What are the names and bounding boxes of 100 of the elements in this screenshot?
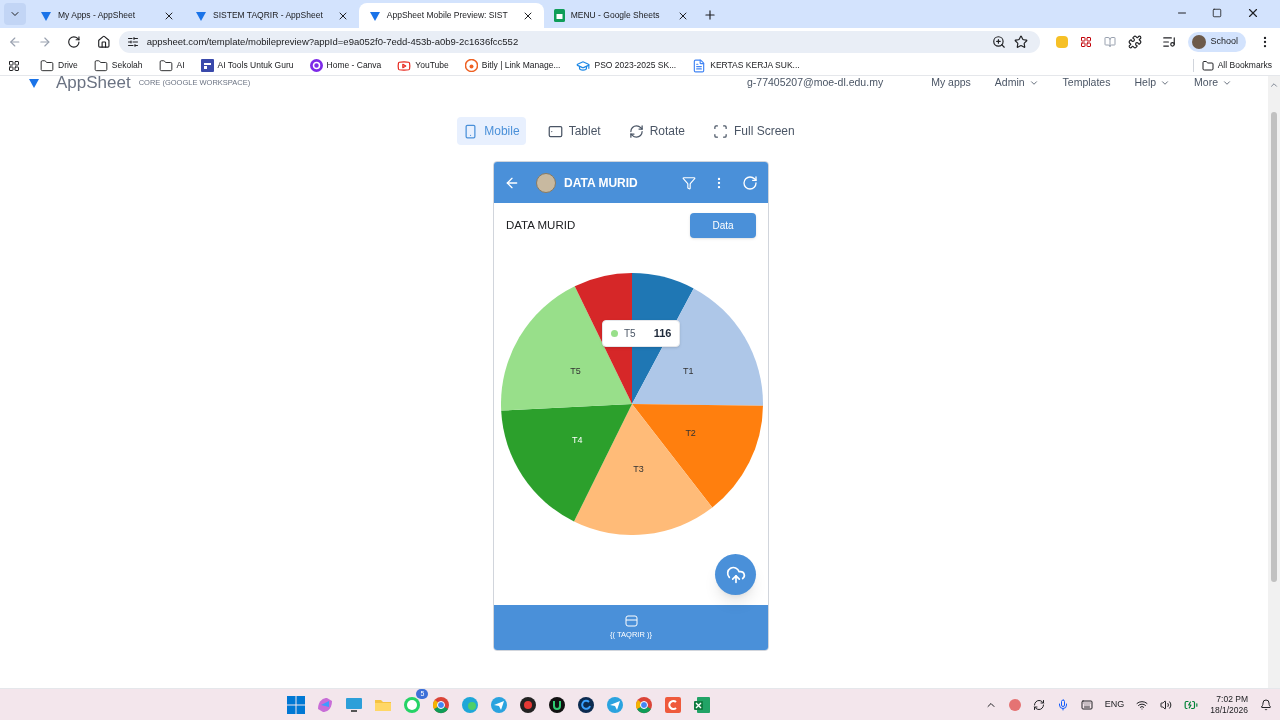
address-bar[interactable]: appsheet.com/template/mobilepreview?appId=e9a052f0-7edd-453b-a0b9-2c1636fcc552 [118, 31, 1041, 53]
zoom-icon[interactable] [992, 35, 1007, 49]
bookmark-link[interactable]: PSO 2023-2025 SK... [576, 58, 677, 73]
nav-link[interactable]: Admin [994, 76, 1025, 91]
appsheet-logo-icon [40, 9, 52, 22]
slice-label: T3 [633, 464, 644, 475]
bookmark-link[interactable]: AI [158, 58, 185, 73]
chrome-icon[interactable] [634, 694, 655, 715]
pie-slice[interactable] [501, 404, 632, 522]
browser-tab[interactable]: AppSheet Mobile Preview: SIST [358, 3, 544, 28]
forward-icon[interactable] [37, 35, 52, 49]
notification-icon[interactable] [1260, 698, 1272, 711]
folder-icon [1201, 59, 1214, 72]
bitly-icon [464, 59, 478, 72]
bookmark-link[interactable]: Home - Canva [309, 59, 382, 72]
spreadsheet-icon[interactable] [692, 694, 713, 715]
pie-slice[interactable] [632, 404, 763, 508]
brand-name: AppSheet [56, 76, 131, 95]
paper-plane-icon[interactable] [605, 694, 626, 715]
scroll-up-icon[interactable] [1269, 80, 1279, 90]
slice-label: T1 [683, 365, 694, 376]
reader-icon[interactable] [1104, 36, 1117, 48]
browser-tab[interactable]: My Apps - AppSheet [30, 3, 185, 28]
bookmark-star-icon[interactable] [1014, 35, 1029, 49]
tab-title: AppSheet Mobile Preview: SIST [386, 9, 508, 22]
u-letter-icon[interactable] [547, 694, 568, 715]
paper-plane-icon[interactable] [489, 694, 510, 715]
clock[interactable]: 7:02 PM 18/1/2026 [1210, 693, 1248, 716]
fullscreen-icon [713, 123, 728, 139]
site-settings-icon[interactable] [126, 36, 139, 48]
back-icon[interactable] [8, 35, 22, 49]
extension-icon[interactable] [1080, 36, 1093, 48]
cloud-upload-icon [725, 564, 746, 585]
bookmark-link[interactable]: Bitly | Link Manage... [464, 59, 561, 72]
windows-start-icon[interactable] [286, 694, 307, 715]
home-icon[interactable] [96, 35, 111, 49]
slice-label: T2 [685, 428, 696, 439]
caret-icon[interactable] [1160, 78, 1171, 88]
apps-icon[interactable] [8, 59, 20, 72]
caret-icon[interactable] [1222, 78, 1232, 88]
upload-button[interactable] [715, 554, 756, 595]
nav-link[interactable]: Templates [1062, 76, 1111, 91]
app-logo-icon [536, 172, 556, 193]
bookmark-link[interactable]: KERTAS KERJA SUK... [692, 58, 800, 73]
youtube-icon [397, 58, 412, 73]
tooltip-value: 116 [653, 326, 672, 341]
graduation-cap-icon [576, 58, 591, 73]
bookmark-link[interactable]: Sekolah [93, 58, 143, 73]
nav-link[interactable]: Help [1134, 76, 1157, 91]
account-email: g-77405207@moe-dl.edu.my [746, 76, 884, 91]
appsheet-logo-icon [368, 9, 381, 22]
app-title: DATA MURID [564, 174, 639, 192]
tooltip-label: T5 [624, 326, 636, 341]
language-indicator[interactable]: ENG [1104, 697, 1125, 712]
close-icon[interactable] [1246, 6, 1260, 20]
chrome-icon[interactable] [431, 694, 452, 715]
pie-slice[interactable] [574, 404, 713, 535]
tab-title: My Apps - AppSheet [58, 9, 137, 22]
browser-tab[interactable]: MENU - Google Sheets [543, 3, 699, 28]
tab-title: SISTEM TAQRIR - AppSheet [213, 9, 323, 22]
tab-title: MENU - Google Sheets [570, 9, 661, 22]
media-icon[interactable] [1162, 35, 1177, 49]
extensions-icon[interactable] [1128, 35, 1143, 49]
tab-search-button[interactable] [4, 3, 26, 25]
edge-icon[interactable] [460, 694, 481, 715]
keyboard-icon[interactable] [1080, 698, 1093, 711]
square-c-icon[interactable] [663, 694, 684, 715]
spreadsheet-icon [553, 9, 565, 22]
all-bookmarks-link[interactable]: All Bookmarks [1192, 59, 1272, 72]
slice-label: T4 [572, 434, 583, 445]
preview-mode-tab[interactable]: Full Screen [707, 117, 801, 145]
sync-icon[interactable] [1032, 698, 1045, 711]
appsheet-logo-icon [195, 9, 207, 22]
folder-icon [40, 58, 54, 73]
caret-icon[interactable] [1028, 78, 1039, 88]
nav-link[interactable]: My apps [931, 76, 971, 91]
wifi-icon[interactable] [1136, 698, 1149, 711]
microphone-icon[interactable] [1056, 698, 1069, 711]
preview-mode-tab[interactable]: Rotate [622, 117, 691, 145]
document-icon [692, 58, 707, 73]
new-tab-icon[interactable] [702, 8, 717, 22]
browser-tab[interactable]: SISTEM TAQRIR - AppSheet [185, 3, 359, 28]
bookmark-link[interactable]: Drive [40, 58, 78, 73]
tray-app-icon[interactable] [1008, 698, 1021, 711]
restore-icon[interactable] [1212, 8, 1222, 18]
nav-link[interactable]: More [1194, 76, 1218, 91]
scrollbar[interactable] [1268, 76, 1280, 688]
app-icon [200, 59, 214, 72]
reload-icon[interactable] [67, 35, 81, 49]
filter-icon[interactable] [682, 175, 696, 190]
volume-icon[interactable] [1160, 698, 1173, 711]
view-title: DATA MURID [506, 217, 576, 233]
folder-icon [93, 58, 108, 73]
chat-bubble-icon[interactable] [402, 694, 423, 715]
bookmark-link[interactable]: AI Tools Untuk Guru [200, 59, 294, 72]
slice-label: T5 [570, 365, 581, 376]
bookmark-link[interactable]: YouTube [397, 58, 449, 73]
profile-button[interactable]: School [1188, 32, 1246, 52]
preview-mode-tab[interactable]: Tablet [541, 117, 607, 145]
phone-icon [463, 123, 479, 139]
